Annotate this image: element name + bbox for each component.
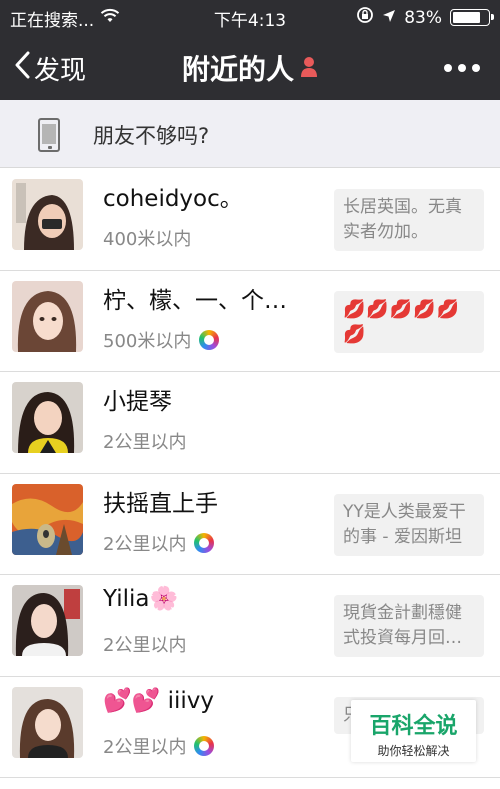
distance-text: 2公里以内 [103,533,187,555]
avatar [12,686,83,758]
nearby-people-list: coheidyoc。 400米以内 长居英国。无真实者勿加。 柠、檬、一、个… … [0,169,500,778]
avatar [12,585,83,656]
page-title: 附近的人 [181,53,294,86]
status-bar: 正在搜索... 下午4:13 83% [0,0,500,34]
signature-text: YY是人类最爱干的事 - 爱因斯坦 [334,493,484,556]
moments-icon [194,735,215,756]
watermark-main: 百科全说 [369,714,458,739]
person-name: coheidyoc。 [103,186,243,212]
phone-icon [38,118,60,152]
distance-text: 400米以内 [103,229,192,250]
moments-icon [194,532,215,553]
watermark-logo: 百科全说 助你轻松解决 [351,700,476,762]
location-arrow-icon [382,8,396,28]
clock-time: 下午4:13 [213,11,287,31]
person-name: Yilia🌸 [103,586,179,612]
distance-text: 500米以内 [103,330,192,352]
distance-text: 2公里以内 [103,736,187,758]
battery-percent: 83% [404,7,442,28]
banner-text: 朋友不够吗? [93,124,210,148]
avatar [12,483,83,555]
list-item[interactable]: 柠、檬、一、个… 500米以内 💋💋💋💋💋💋 [0,271,500,372]
person-name: 💕💕 iiivy [103,687,214,714]
moments-icon [199,329,220,350]
distance-text: 2公里以内 [103,432,187,453]
battery-icon [450,9,494,26]
nav-bar: 发现 附近的人 [0,34,500,100]
distance-text: 2公里以内 [103,635,187,656]
avatar [12,382,83,453]
rotation-lock-icon [356,6,374,29]
list-item[interactable]: Yilia🌸 2公里以内 現貨金計劃穩健式投資每月回… [0,575,500,677]
list-item[interactable]: 小提琴 2公里以内 [0,372,500,474]
person-name: 柠、檬、一、个… [103,287,287,314]
list-item[interactable]: coheidyoc。 400米以内 长居英国。无真实者勿加。 [0,169,500,271]
female-person-icon [300,52,318,85]
person-name: 小提琴 [103,389,172,415]
watermark-sub: 助你轻松解决 [377,744,450,758]
more-dots-icon[interactable] [444,64,480,72]
list-item[interactable]: 扶摇直上手 2公里以内 YY是人类最爱干的事 - 爱因斯坦 [0,474,500,575]
avatar [12,179,83,250]
signature-text: 长居英国。无真实者勿加。 [334,189,484,251]
invite-friends-banner[interactable]: 朋友不够吗? [0,100,500,168]
battery-fill [453,12,480,23]
avatar [12,280,83,352]
person-name: 扶摇直上手 [103,490,218,517]
signature-text: 💋💋💋💋💋💋 [334,290,484,353]
signature-text: 現貨金計劃穩健式投資每月回… [334,595,484,657]
